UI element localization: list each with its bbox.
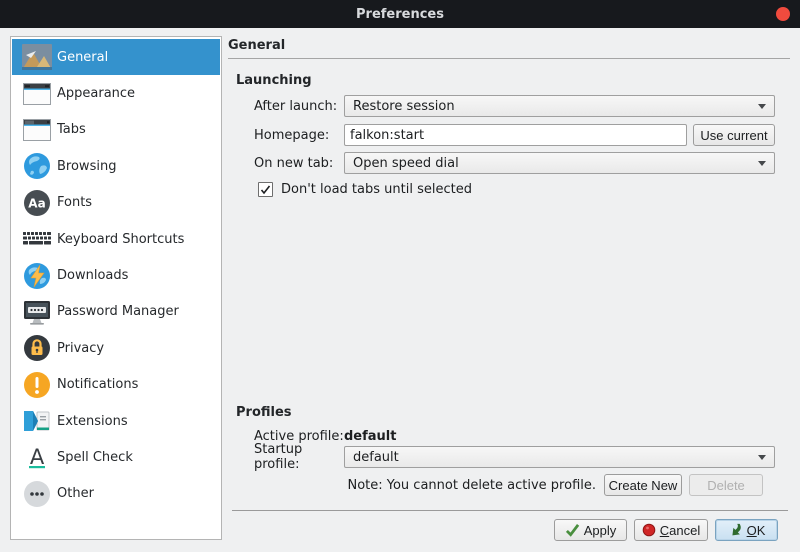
homepage-row: Homepage: Use current — [254, 124, 775, 146]
after-launch-select[interactable]: Restore session — [344, 95, 775, 117]
ok-button[interactable]: OK — [715, 519, 778, 541]
profiles-note-row: Note: You cannot delete active profile. … — [254, 474, 763, 496]
svg-text:Aa: Aa — [28, 196, 45, 210]
startup-profile-row: Startup profile: default — [254, 446, 775, 468]
ok-arrow-icon — [728, 523, 743, 537]
keyboard-icon — [21, 223, 53, 255]
startup-profile-select[interactable]: default — [344, 446, 775, 468]
cancel-button[interactable]: Cancel — [634, 519, 708, 541]
after-launch-label: After launch: — [254, 99, 344, 114]
stop-icon — [642, 523, 656, 537]
sidebar-item-fonts[interactable]: Aa Fonts — [12, 185, 220, 221]
sidebar-item-label: Spell Check — [57, 450, 133, 465]
active-profile-value: default — [344, 429, 396, 444]
other-icon — [21, 478, 53, 510]
use-current-button[interactable]: Use current — [693, 124, 775, 146]
sidebar-item-spell-check[interactable]: A Spell Check — [12, 439, 220, 475]
sidebar-item-appearance[interactable]: Appearance — [12, 75, 220, 111]
extensions-icon — [21, 405, 53, 437]
apply-button[interactable]: Apply — [554, 519, 627, 541]
startup-profile-value: default — [353, 450, 399, 465]
sidebar-item-label: Fonts — [57, 195, 92, 210]
appearance-icon — [21, 78, 53, 110]
general-icon — [21, 41, 53, 73]
dont-load-tabs-checkbox[interactable] — [258, 182, 273, 197]
sidebar-item-label: General — [57, 50, 108, 65]
sidebar-item-label: Tabs — [57, 122, 86, 137]
sidebar-item-label: Appearance — [57, 86, 135, 101]
sidebar-item-browsing[interactable]: Browsing — [12, 148, 220, 184]
sidebar-item-tabs[interactable]: Tabs — [12, 112, 220, 148]
sidebar-item-label: Keyboard Shortcuts — [57, 232, 184, 247]
password-manager-icon — [21, 296, 53, 328]
on-new-tab-value: Open speed dial — [353, 156, 459, 171]
create-new-button[interactable]: Create New — [604, 474, 682, 496]
footer-separator — [232, 510, 788, 511]
notifications-icon — [21, 369, 53, 401]
downloads-icon — [21, 260, 53, 292]
spell-check-icon: A — [21, 441, 53, 473]
sidebar: General Appearance Tabs Browsing Aa Font… — [10, 36, 222, 540]
chevron-down-icon — [758, 161, 766, 166]
svg-text:A: A — [30, 445, 45, 469]
on-new-tab-label: On new tab: — [254, 156, 344, 171]
privacy-icon — [21, 332, 53, 364]
sidebar-item-label: Notifications — [57, 377, 138, 392]
checkmark-icon — [260, 185, 271, 195]
ok-button-label: OK — [747, 523, 766, 538]
on-new-tab-select[interactable]: Open speed dial — [344, 152, 775, 174]
sidebar-item-privacy[interactable]: Privacy — [12, 330, 220, 366]
sidebar-item-label: Downloads — [57, 268, 128, 283]
profiles-note: Note: You cannot delete active profile. — [347, 478, 596, 493]
sidebar-item-label: Other — [57, 486, 94, 501]
sidebar-item-keyboard-shortcuts[interactable]: Keyboard Shortcuts — [12, 221, 220, 257]
after-launch-row: After launch: Restore session — [254, 95, 775, 117]
sidebar-item-extensions[interactable]: Extensions — [12, 403, 220, 439]
profiles-group-title: Profiles — [236, 405, 292, 420]
title-separator — [228, 58, 790, 59]
after-launch-value: Restore session — [353, 99, 455, 114]
chevron-down-icon — [758, 104, 766, 109]
dont-load-tabs-row: Don't load tabs until selected — [258, 181, 775, 198]
sidebar-item-downloads[interactable]: Downloads — [12, 257, 220, 293]
delete-button[interactable]: Delete — [689, 474, 763, 496]
apply-button-label: Apply — [584, 523, 617, 538]
sidebar-item-other[interactable]: Other — [12, 476, 220, 512]
browsing-icon — [21, 150, 53, 182]
sidebar-item-label: Password Manager — [57, 304, 179, 319]
sidebar-item-password-manager[interactable]: Password Manager — [12, 294, 220, 330]
homepage-input[interactable] — [344, 124, 687, 146]
main-panel: General Launching After launch: Restore … — [228, 0, 790, 552]
sidebar-item-label: Browsing — [57, 159, 116, 174]
sidebar-item-general[interactable]: General — [12, 39, 220, 75]
launching-group-title: Launching — [236, 73, 312, 88]
sidebar-item-notifications[interactable]: Notifications — [12, 367, 220, 403]
sidebar-item-label: Privacy — [57, 341, 104, 356]
dont-load-tabs-label: Don't load tabs until selected — [281, 182, 472, 197]
cancel-button-label: Cancel — [660, 523, 700, 538]
preferences-window: Preferences General Appearance Tabs — [0, 0, 800, 552]
homepage-label: Homepage: — [254, 128, 344, 143]
on-new-tab-row: On new tab: Open speed dial — [254, 152, 775, 174]
startup-profile-label: Startup profile: — [254, 442, 344, 472]
dialog-buttons: Apply Cancel OK — [554, 519, 778, 541]
fonts-icon: Aa — [21, 187, 53, 219]
sidebar-item-label: Extensions — [57, 414, 128, 429]
tabs-icon — [21, 114, 53, 146]
page-title: General — [228, 38, 285, 53]
checkmark-icon — [565, 523, 580, 537]
chevron-down-icon — [758, 455, 766, 460]
